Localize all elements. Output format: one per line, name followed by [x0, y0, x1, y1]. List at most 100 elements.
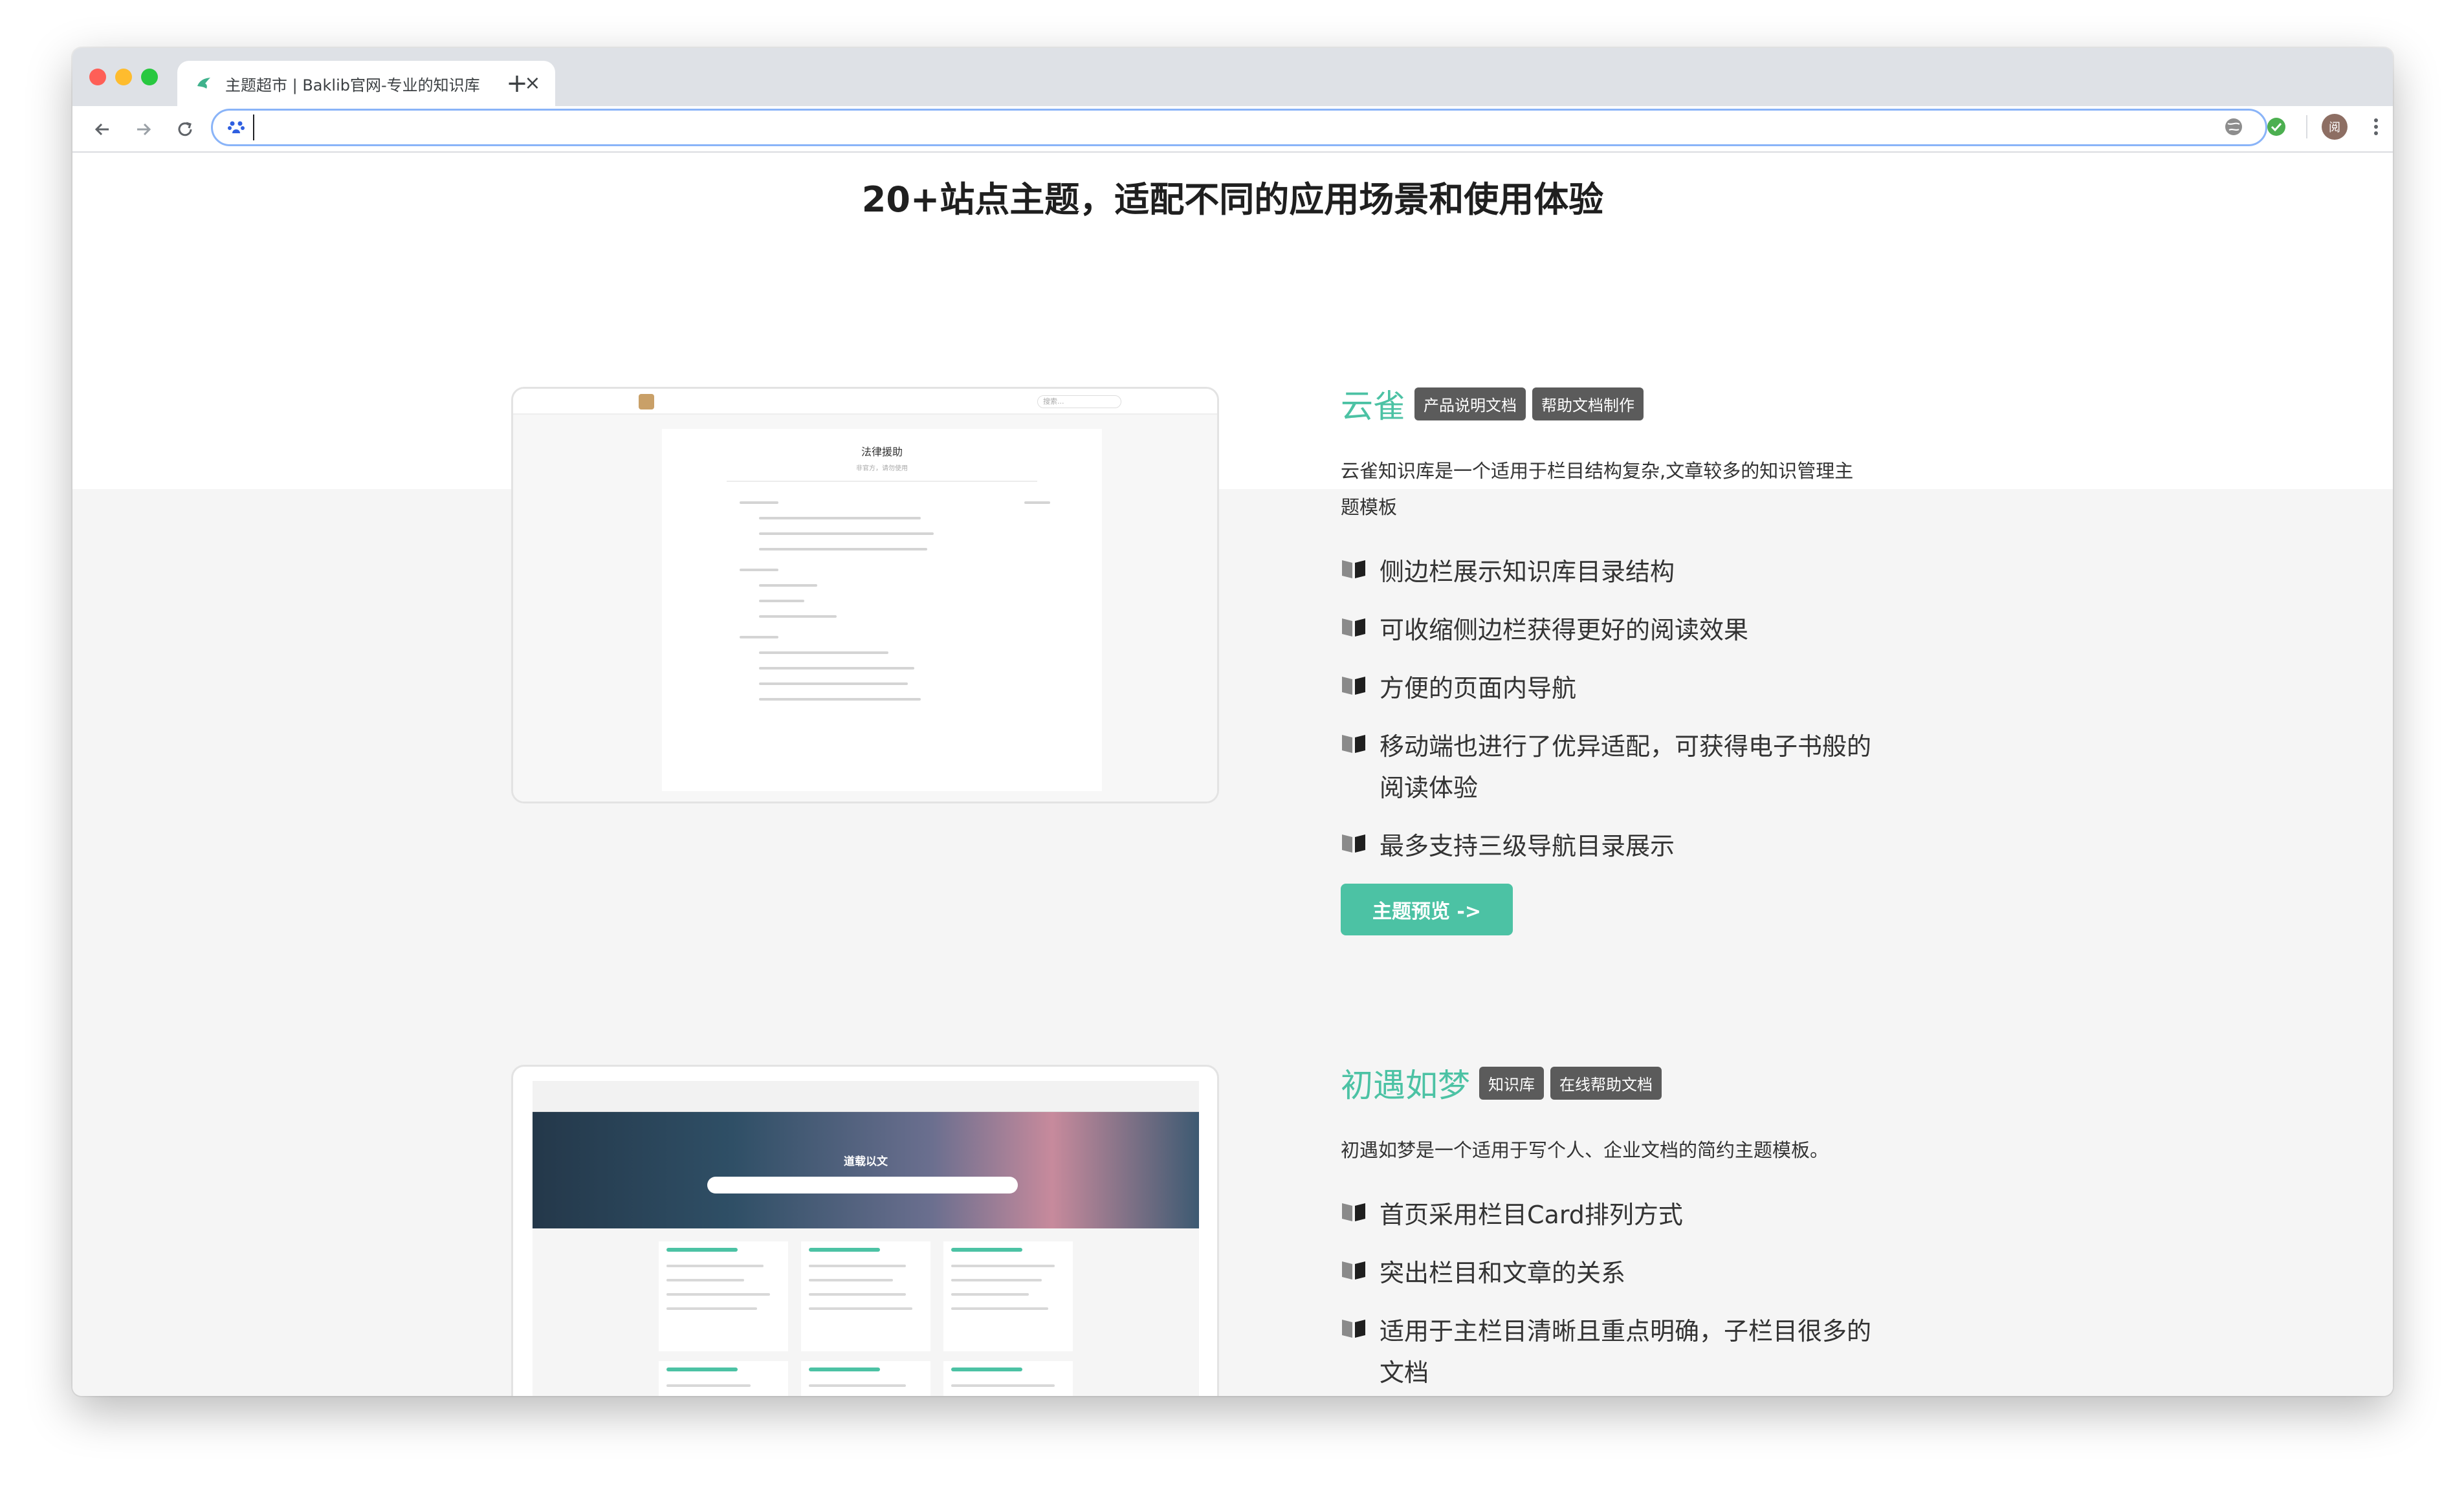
card-row [666, 1307, 757, 1310]
card-row [809, 1265, 906, 1267]
theme-tag: 知识库 [1479, 1066, 1544, 1100]
tab-title: 主题超市 | Baklib官网-专业的知识库 [225, 76, 480, 94]
theme-name: 云雀 [1341, 387, 1405, 425]
list-item [740, 636, 778, 638]
feature-item: 移动端也进行了优异适配，可获得电子书般的阅读体验 [1341, 726, 1897, 809]
bird-favicon-icon [194, 74, 214, 93]
preview-card [659, 1241, 788, 1351]
theme-description: 初遇如梦是一个适用于写个人、企业文档的简约主题模板。 [1341, 1139, 1829, 1161]
divider [727, 481, 1037, 482]
list-item [759, 548, 927, 550]
address-input[interactable] [253, 114, 2265, 140]
feature-text: 首页采用栏目Card排列方式 [1380, 1201, 1683, 1229]
active-tab[interactable]: 主题超市 | Baklib官网-专业的知识库 × [177, 61, 555, 106]
theme-tag: 帮助文档制作 [1532, 387, 1644, 420]
list-item [759, 600, 804, 602]
list-item [759, 584, 817, 587]
book-icon [1342, 560, 1365, 578]
feature-text: 侧边栏展示知识库目录结构 [1380, 558, 1675, 586]
list-item [740, 501, 778, 504]
back-arrow-icon[interactable] [89, 116, 115, 142]
card-title [951, 1368, 1022, 1371]
card-row [809, 1384, 906, 1387]
card-row [951, 1307, 1048, 1310]
more-menu-icon[interactable] [2363, 114, 2389, 140]
preview-card [943, 1241, 1073, 1351]
preview-card [801, 1361, 930, 1396]
address-bar[interactable] [211, 109, 2267, 146]
preview-logo-icon [639, 394, 654, 409]
card-row [666, 1279, 744, 1281]
theme-name: 初遇如梦 [1341, 1067, 1470, 1104]
preview-hero-search [707, 1177, 1018, 1193]
feature-item: 首页采用栏目Card排列方式 [1341, 1194, 1897, 1236]
theme-header: 云雀 产品说明文档 帮助文档制作 [1341, 380, 1897, 427]
close-window-button[interactable] [89, 69, 106, 85]
card-row [666, 1293, 770, 1296]
minimize-window-button[interactable] [115, 69, 132, 85]
book-icon [1342, 1203, 1365, 1221]
new-tab-button[interactable]: + [501, 67, 533, 100]
theme-info-yunque: 云雀 产品说明文档 帮助文档制作 云雀知识库是一个适用于栏目结构复杂,文章较多的… [1341, 380, 1897, 935]
card-row [666, 1384, 751, 1387]
card-title [666, 1248, 738, 1252]
card-title [666, 1368, 738, 1371]
theme-info-chuyurumeng: 初遇如梦 知识库 在线帮助文档 初遇如梦是一个适用于写个人、企业文档的简约主题模… [1341, 1060, 1897, 1396]
book-icon [1342, 1261, 1365, 1280]
list-item [759, 532, 934, 535]
book-icon [1342, 677, 1365, 695]
maximize-window-button[interactable] [141, 69, 158, 85]
preview-doc-title: 法律援助 [861, 446, 903, 458]
browser-window: 主题超市 | Baklib官网-专业的知识库 × + 阅 20+站点主题，适配不… [72, 48, 2393, 1396]
card-row [951, 1279, 1042, 1281]
list-item [759, 667, 914, 670]
feature-item: 最多支持三级导航目录展示 [1341, 825, 1897, 867]
page-title: 20+站点主题，适配不同的应用场景和使用体验 [861, 179, 1604, 220]
preview-search: 搜索... [1037, 395, 1121, 408]
theme-preview-button[interactable]: 主题预览 -> [1341, 884, 1513, 935]
card-row [809, 1293, 906, 1296]
list-item [759, 682, 908, 685]
preview-hero-title: 道载以文 [844, 1155, 888, 1168]
theme-preview-yunque[interactable]: 搜索... 法律援助 非官方，请勿使用 [511, 387, 1219, 803]
feature-item: 方便的页面内导航 [1341, 668, 1897, 709]
card-title [951, 1248, 1022, 1252]
preview-document: 法律援助 非官方，请勿使用 [662, 429, 1102, 791]
tab-strip: 主题超市 | Baklib官网-专业的知识库 × + [72, 48, 2393, 106]
list-item [740, 569, 778, 571]
preview-browser-bar [533, 1081, 1199, 1112]
preview-header: 搜索... [513, 389, 1217, 415]
card-title [809, 1248, 880, 1252]
list-item [759, 517, 921, 519]
baidu-paw-icon [226, 117, 247, 138]
book-icon [1342, 618, 1365, 637]
preview-doc-subtitle: 非官方，请勿使用 [856, 465, 908, 472]
card-row [951, 1293, 1029, 1296]
extension-globe-icon[interactable] [2221, 114, 2247, 140]
reload-icon[interactable] [172, 116, 198, 142]
feature-text: 方便的页面内导航 [1380, 674, 1577, 703]
preview-body: 法律援助 非官方，请勿使用 [513, 415, 1217, 801]
toolbar-divider [2306, 115, 2307, 138]
list-item [1024, 501, 1050, 504]
extension-check-icon[interactable] [2263, 114, 2289, 140]
card-row [809, 1307, 912, 1310]
theme-tag: 在线帮助文档 [1550, 1066, 1662, 1100]
feature-item: 侧边栏展示知识库目录结构 [1341, 551, 1897, 593]
preview-card-grid [533, 1228, 1199, 1396]
book-icon [1342, 834, 1365, 853]
theme-preview-chuyurumeng[interactable]: 道载以文 [511, 1065, 1219, 1396]
feature-list: 首页采用栏目Card排列方式 突出栏目和文章的关系 适用于主栏目清晰且重点明确，… [1341, 1194, 1897, 1393]
feature-text: 适用于主栏目清晰且重点明确，子栏目很多的文档 [1380, 1317, 1872, 1387]
profile-avatar[interactable]: 阅 [2322, 114, 2348, 140]
card-row [809, 1279, 893, 1281]
feature-item: 可收缩侧边栏获得更好的阅读效果 [1341, 609, 1897, 651]
forward-arrow-icon[interactable] [131, 116, 157, 142]
book-icon [1342, 1320, 1365, 1338]
card-row [951, 1265, 1055, 1267]
feature-text: 移动端也进行了优异适配，可获得电子书般的阅读体验 [1380, 732, 1872, 802]
theme-tag: 产品说明文档 [1414, 387, 1526, 420]
theme-header: 初遇如梦 知识库 在线帮助文档 [1341, 1060, 1897, 1106]
feature-text: 最多支持三级导航目录展示 [1380, 832, 1675, 860]
preview-card [659, 1361, 788, 1396]
